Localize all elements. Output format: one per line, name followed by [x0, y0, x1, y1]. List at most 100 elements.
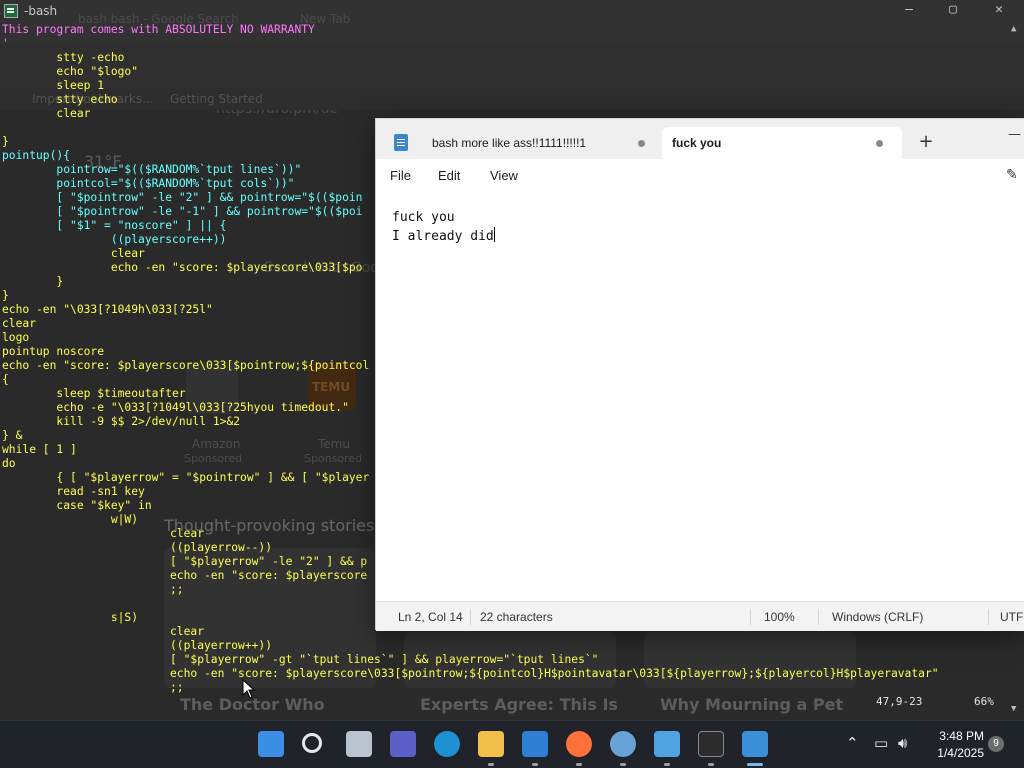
- terminal-line: clear: [2, 107, 91, 120]
- terminal-line: sleep $timeoutafter: [2, 387, 186, 400]
- taskbar: ⌃ ▭ 🔊︎ 3:48 PM 1/4/2025 9: [0, 720, 1024, 768]
- terminal-line: [ "$pointrow" -le "-1" ] && pointrow="$(…: [2, 205, 363, 218]
- terminal-line: } &: [2, 429, 23, 442]
- notepad-text-area[interactable]: fuck you I already did: [392, 209, 1012, 589]
- running-indicator: [488, 763, 494, 766]
- terminal-line: }: [2, 135, 9, 148]
- copilot-icon[interactable]: ✎: [1006, 167, 1022, 185]
- menu-view[interactable]: View: [490, 168, 518, 183]
- terminal-line: echo -en "score: $playerscore: [170, 569, 368, 582]
- terminal-icon[interactable]: [698, 731, 724, 757]
- terminal-line: [ "$playerrow" -le "2" ] && p: [170, 555, 368, 568]
- terminal-line: clear: [2, 317, 37, 330]
- status-divider: [988, 609, 989, 625]
- scroll-up-icon[interactable]: ▲: [1011, 24, 1016, 34]
- terminal-title-bar[interactable]: -bash — ▢ ✕: [0, 0, 1024, 22]
- character-count: 22 characters: [480, 610, 553, 624]
- unsaved-dot-icon[interactable]: [876, 140, 883, 147]
- vim-cursor-position: 47,9-23: [876, 695, 923, 708]
- terminal-line: }: [2, 275, 64, 288]
- remote-desktop-icon[interactable]: [654, 731, 680, 757]
- firefox-icon[interactable]: [566, 731, 592, 757]
- terminal-line: pointcol="$(($RANDOM%`tput cols`))": [2, 177, 295, 190]
- running-indicator: [576, 763, 582, 766]
- terminal-line: stty -echo: [2, 51, 125, 64]
- start-icon[interactable]: [258, 731, 284, 757]
- volume-icon[interactable]: 🔊︎: [898, 734, 907, 752]
- terminal-line: This program comes with ABSOLUTELY NO WA…: [2, 23, 315, 36]
- cursor-position: Ln 2, Col 14: [398, 610, 463, 624]
- notepad-status-bar: Ln 2, Col 14 22 characters 100% Windows …: [376, 601, 1024, 631]
- terminal-line: echo -e "\033[?1049l\033[?25hyou timedou…: [2, 401, 349, 414]
- file-explorer-icon[interactable]: [478, 731, 504, 757]
- line-ending: Windows (CRLF): [832, 610, 924, 624]
- encoding: UTF-: [1000, 610, 1024, 624]
- terminal-line: echo -en "score: $playerscore\033[$point…: [2, 359, 370, 372]
- terminal-line: }: [2, 289, 9, 302]
- terminal-line: ((playerrow--)): [170, 541, 273, 554]
- terminal-line: echo -en "score: $playerscore\033[$po: [2, 261, 363, 274]
- edge-icon[interactable]: [434, 731, 460, 757]
- menu-edit[interactable]: Edit: [438, 168, 460, 183]
- running-indicator: [620, 763, 626, 766]
- terminal-line: ((playerrow++)): [170, 639, 273, 652]
- minimize-icon[interactable]: —: [1008, 127, 1024, 142]
- terminal-line: s|S): [2, 611, 139, 624]
- notepad-tab[interactable]: bash more like ass!!1111!!!!!1: [384, 127, 656, 159]
- running-indicator: [708, 763, 714, 766]
- notepad-tab-label: bash more like ass!!1111!!!!!1: [432, 136, 587, 150]
- terminal-line: while [ 1 ]: [2, 443, 77, 456]
- running-indicator: [532, 763, 538, 766]
- terminal-app-icon: [4, 4, 18, 18]
- minimize-icon[interactable]: —: [894, 2, 924, 20]
- running-indicator: [747, 763, 763, 766]
- terminal-line: clear: [170, 527, 205, 540]
- terminal-line: read -sn1 key: [2, 485, 145, 498]
- notepad-content: fuck you I already did: [392, 210, 494, 244]
- notification-badge[interactable]: 9: [988, 736, 1004, 752]
- close-icon[interactable]: ✕: [984, 2, 1014, 20]
- chevron-up-icon[interactable]: ⌃: [846, 734, 859, 752]
- terminal-title: -bash: [24, 4, 58, 18]
- status-divider: [470, 609, 471, 625]
- terminal-line: pointup(){: [2, 149, 71, 162]
- status-divider: [750, 609, 751, 625]
- menu-file[interactable]: File: [390, 168, 411, 183]
- terminal-line: { [ "$playerrow" = "$pointrow" ] && [ "$…: [2, 471, 370, 484]
- terminal-line: echo "$logo": [2, 65, 139, 78]
- mouse-pointer-icon: [242, 679, 256, 699]
- notepad-tab-label: fuck you: [672, 136, 722, 150]
- terminal-line: logo: [2, 331, 30, 344]
- zoom-level: 100%: [764, 610, 795, 624]
- terminal-line: pointup noscore: [2, 345, 105, 358]
- terminal-line: [ "$1" = "noscore" ] || {: [2, 219, 227, 232]
- terminal-line: echo -en "\033[?1049h\033[?25l": [2, 303, 213, 316]
- unsaved-dot-icon[interactable]: [638, 140, 645, 147]
- terminal-line: clear: [2, 247, 145, 260]
- terminal-line: case "$key" in: [2, 499, 152, 512]
- settings-icon[interactable]: [610, 731, 636, 757]
- clock-time[interactable]: 3:48 PM: [930, 729, 984, 743]
- network-icon[interactable]: ▭: [874, 734, 888, 752]
- notepad-window[interactable]: bash more like ass!!1111!!!!!1 fuck you …: [375, 118, 1024, 631]
- terminal-line: ': [2, 37, 9, 50]
- terminal-line: kill -9 $$ 2>/dev/null 1>&2: [2, 415, 241, 428]
- notepad-tab-active[interactable]: fuck you: [662, 127, 902, 159]
- new-tab-button[interactable]: +: [914, 131, 938, 155]
- meet-icon[interactable]: [390, 731, 416, 757]
- scroll-down-icon[interactable]: ▼: [1011, 704, 1016, 714]
- terminal-line: ((playerscore++)): [2, 233, 227, 246]
- task-view-icon[interactable]: [346, 731, 372, 757]
- terminal-line: w|W): [2, 513, 139, 526]
- maximize-icon[interactable]: ▢: [938, 2, 968, 20]
- terminal-line: do: [2, 457, 16, 470]
- store-icon[interactable]: [522, 731, 548, 757]
- text-caret: [493, 227, 495, 242]
- notepad-icon[interactable]: [742, 731, 768, 757]
- search-icon[interactable]: [302, 733, 322, 753]
- notepad-tab-bar: bash more like ass!!1111!!!!!1 fuck you …: [376, 119, 1024, 159]
- clock-date[interactable]: 1/4/2025: [930, 746, 984, 760]
- terminal-line: clear: [170, 625, 205, 638]
- notepad-menu-bar: File Edit View: [376, 159, 1024, 193]
- terminal-line: [ "$playerrow" -gt "`tput lines`" ] && p…: [170, 653, 599, 666]
